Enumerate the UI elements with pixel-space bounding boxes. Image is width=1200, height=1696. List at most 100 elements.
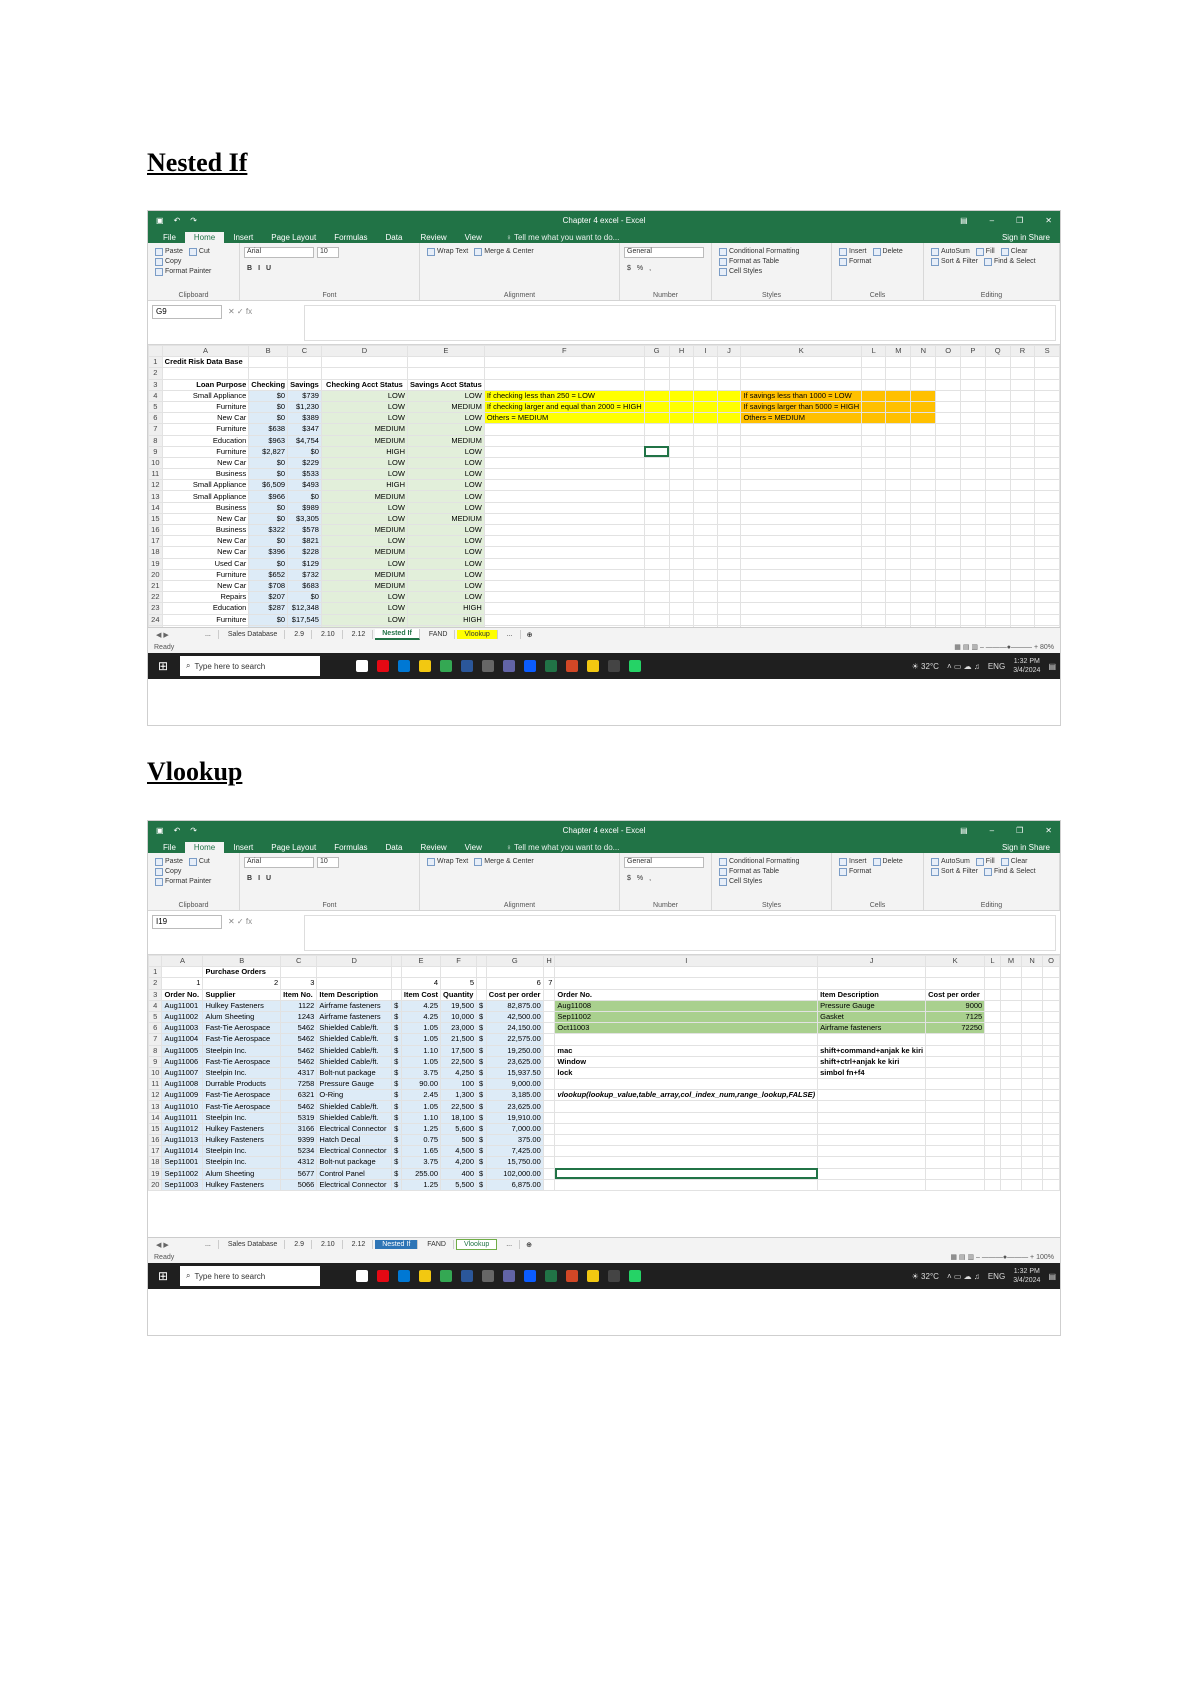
cell[interactable]	[1034, 456, 1060, 470]
taskbar-app-icon[interactable]	[419, 1270, 431, 1282]
column-header[interactable]: J	[817, 955, 927, 968]
cell[interactable]	[984, 1066, 1001, 1080]
tab-page-layout[interactable]: Page Layout	[262, 842, 325, 853]
column-header[interactable]: O	[1042, 955, 1060, 968]
add-sheet-icon[interactable]: ⊕	[526, 1241, 532, 1249]
data-cell[interactable]: MEDIUM	[320, 523, 408, 537]
note-cell[interactable]: If savings larger than 5000 = HIGH	[740, 400, 863, 414]
cell[interactable]	[668, 557, 695, 570]
note-cell[interactable]: Pressure Gauge	[817, 999, 927, 1012]
windows-start-icon[interactable]: ⊞	[152, 1269, 174, 1283]
cell[interactable]	[643, 356, 670, 369]
data-cell[interactable]: $	[476, 1145, 487, 1158]
cell[interactable]	[910, 512, 937, 526]
cell[interactable]	[476, 977, 487, 990]
row-header[interactable]: 15	[148, 512, 163, 526]
cell[interactable]	[935, 389, 962, 402]
cell[interactable]	[885, 412, 912, 425]
cell[interactable]	[1034, 613, 1060, 626]
editing-button-4[interactable]: Find & Select	[983, 868, 1036, 876]
tab-home[interactable]: Home	[184, 232, 225, 243]
ribbon-display-icon[interactable]: ▤	[960, 826, 968, 835]
save-icon[interactable]: ▣	[156, 216, 164, 225]
data-cell[interactable]: $	[476, 1078, 487, 1091]
cell[interactable]	[740, 512, 863, 526]
cell[interactable]	[910, 568, 937, 581]
data-cell[interactable]: $	[476, 1100, 487, 1113]
cell[interactable]	[984, 1111, 1001, 1124]
row-header[interactable]: 4	[148, 999, 163, 1012]
cell[interactable]	[406, 356, 485, 369]
cell[interactable]	[910, 591, 937, 604]
cell[interactable]	[668, 356, 695, 369]
data-cell[interactable]: $683	[287, 579, 322, 593]
cell[interactable]	[910, 434, 937, 447]
cell[interactable]	[740, 523, 863, 537]
data-cell[interactable]: Shielded Cable/ft.	[316, 1055, 393, 1068]
data-cell[interactable]: Small Appliance	[161, 389, 250, 402]
data-cell[interactable]: Electrical Connector	[316, 1145, 393, 1158]
cell[interactable]	[316, 966, 393, 979]
cell[interactable]	[960, 434, 986, 447]
column-title[interactable]: Order No.	[554, 988, 819, 1001]
taskbar-app-icon[interactable]	[587, 660, 599, 672]
cell[interactable]	[1042, 1100, 1060, 1113]
cells-button-0[interactable]: Insert	[839, 858, 867, 866]
cell[interactable]	[935, 400, 962, 414]
data-cell[interactable]: $	[391, 1178, 402, 1191]
cell[interactable]	[1021, 1022, 1044, 1035]
cell[interactable]	[740, 479, 863, 492]
data-cell[interactable]: 0.75	[400, 1133, 442, 1147]
data-cell[interactable]: $228	[287, 546, 322, 559]
cell[interactable]: 2	[202, 977, 282, 990]
tab-review[interactable]: Review	[411, 842, 455, 853]
cell[interactable]	[1009, 412, 1036, 425]
cell[interactable]	[1009, 512, 1036, 526]
cell[interactable]	[716, 468, 742, 481]
cell[interactable]	[885, 445, 912, 458]
data-cell[interactable]: Aug11013	[161, 1133, 204, 1147]
row-header[interactable]: 12	[148, 479, 163, 492]
tab-review[interactable]: Review	[411, 232, 455, 243]
cell[interactable]	[1034, 479, 1060, 492]
row-header[interactable]: 20	[148, 568, 163, 581]
cell[interactable]	[999, 1145, 1023, 1158]
data-cell[interactable]: Hulkey Fasteners	[202, 1178, 282, 1191]
data-cell[interactable]: 4312	[280, 1156, 318, 1169]
data-cell[interactable]: $821	[287, 535, 322, 548]
font-size-select[interactable]: 10	[317, 857, 339, 868]
cell[interactable]	[248, 367, 289, 380]
data-cell[interactable]: $	[476, 1066, 487, 1080]
data-cell[interactable]: Aug11011	[161, 1111, 204, 1124]
row-header[interactable]: 1	[148, 356, 163, 369]
data-cell[interactable]: MEDIUM	[320, 490, 408, 503]
cell[interactable]	[910, 579, 937, 593]
cell[interactable]	[999, 966, 1023, 979]
number-format-select[interactable]: General	[624, 857, 704, 868]
cell[interactable]	[1009, 501, 1036, 514]
row-header[interactable]: 10	[148, 1066, 163, 1080]
data-cell[interactable]: New Car	[161, 412, 250, 425]
cell[interactable]	[1009, 468, 1036, 481]
column-title[interactable]: Loan Purpose	[161, 378, 250, 391]
format-i-button[interactable]: I	[258, 265, 260, 272]
cells-button-2[interactable]: Format	[839, 258, 871, 266]
cell[interactable]	[861, 356, 887, 369]
cell[interactable]	[984, 1122, 1001, 1136]
cell[interactable]	[483, 468, 645, 481]
cell[interactable]	[668, 456, 695, 470]
row-header[interactable]: 24	[148, 613, 163, 626]
column-header[interactable]: K	[925, 955, 986, 968]
cell[interactable]	[643, 423, 670, 436]
cell[interactable]	[984, 1044, 1001, 1057]
cell[interactable]	[1034, 546, 1060, 559]
data-cell[interactable]: 9,000.00	[485, 1078, 544, 1091]
format-b-button[interactable]: B	[247, 875, 252, 882]
clipboard-button-0[interactable]: Paste	[155, 858, 183, 866]
row-header[interactable]: 5	[148, 400, 163, 414]
cell[interactable]	[1009, 613, 1036, 626]
row-header[interactable]: 13	[148, 490, 163, 503]
row-header[interactable]: 9	[148, 445, 163, 458]
cell[interactable]	[1034, 568, 1060, 581]
column-header[interactable]: N	[1021, 955, 1044, 968]
